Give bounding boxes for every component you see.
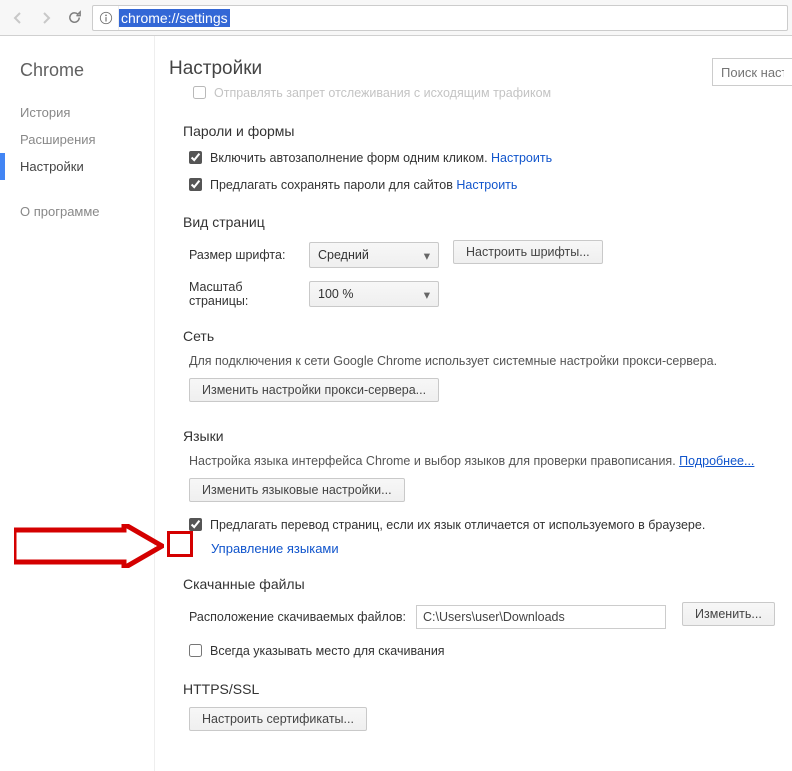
customize-fonts-button[interactable]: Настроить шрифты... <box>453 240 603 264</box>
page-title: Настройки <box>169 58 262 80</box>
ask-location-checkbox[interactable] <box>189 644 202 657</box>
proxy-settings-button[interactable]: Изменить настройки прокси-сервера... <box>189 378 439 402</box>
network-desc: Для подключения к сети Google Chrome исп… <box>183 354 792 368</box>
sidebar-item-about[interactable]: О программе <box>20 198 154 225</box>
url-text: chrome://settings <box>119 9 230 27</box>
autofill-checkbox[interactable] <box>189 151 202 164</box>
save-passwords-label: Предлагать сохранять пароли для сайтов <box>210 178 453 192</box>
url-bar[interactable]: chrome://settings <box>92 5 788 31</box>
sidebar-item-history[interactable]: История <box>20 99 154 126</box>
font-size-label: Размер шрифта: <box>189 248 299 262</box>
search-input[interactable] <box>712 58 792 86</box>
download-path-label: Расположение скачиваемых файлов: <box>189 610 406 624</box>
translate-checkbox[interactable] <box>189 518 202 531</box>
language-settings-button[interactable]: Изменить языковые настройки... <box>189 478 405 502</box>
section-downloads-title: Скачанные файлы <box>183 576 792 592</box>
back-button[interactable] <box>4 4 32 32</box>
tracking-checkbox[interactable] <box>193 86 206 99</box>
change-download-path-button[interactable]: Изменить... <box>682 602 775 626</box>
section-appearance-title: Вид страниц <box>183 214 792 230</box>
save-passwords-checkbox[interactable] <box>189 178 202 191</box>
download-path-input[interactable] <box>416 605 666 629</box>
site-info-icon[interactable] <box>93 6 119 30</box>
certificates-button[interactable]: Настроить сертификаты... <box>189 707 367 731</box>
font-size-value: Средний <box>318 248 369 262</box>
ask-location-label: Всегда указывать место для скачивания <box>210 642 445 661</box>
autofill-label: Включить автозаполнение форм одним клико… <box>210 151 488 165</box>
zoom-value: 100 % <box>318 287 353 301</box>
sidebar-title: Chrome <box>20 60 154 81</box>
section-network-title: Сеть <box>183 328 792 344</box>
tracking-row: Отправлять запрет отслеживания с исходящ… <box>169 84 792 103</box>
translate-label: Предлагать перевод страниц, если их язык… <box>210 516 705 535</box>
section-downloads: Скачанные файлы Расположение скачиваемых… <box>169 576 792 661</box>
sidebar-item-extensions[interactable]: Расширения <box>20 126 154 153</box>
section-languages: Языки Настройка языка интерфейса Chrome … <box>169 428 792 556</box>
languages-desc: Настройка языка интерфейса Chrome и выбо… <box>189 454 676 468</box>
forward-button[interactable] <box>32 4 60 32</box>
reload-button[interactable] <box>60 4 88 32</box>
autofill-configure-link[interactable]: Настроить <box>491 151 552 165</box>
chevron-down-icon: ▾ <box>424 248 430 263</box>
tracking-label: Отправлять запрет отслеживания с исходящ… <box>214 84 551 103</box>
section-passwords-title: Пароли и формы <box>183 123 792 139</box>
settings-content: Настройки Отправлять запрет отслеживания… <box>155 36 792 771</box>
passwords-configure-link[interactable]: Настроить <box>456 178 517 192</box>
font-size-select[interactable]: Средний ▾ <box>309 242 439 268</box>
browser-toolbar: chrome://settings <box>0 0 792 36</box>
section-https-title: HTTPS/SSL <box>183 681 792 697</box>
languages-more-link[interactable]: Подробнее... <box>679 454 754 468</box>
section-passwords: Пароли и формы Включить автозаполнение ф… <box>169 123 792 195</box>
section-languages-title: Языки <box>183 428 792 444</box>
zoom-select[interactable]: 100 % ▾ <box>309 281 439 307</box>
section-https: HTTPS/SSL Настроить сертификаты... <box>169 681 792 737</box>
section-appearance: Вид страниц Размер шрифта: Средний ▾ Нас… <box>169 214 792 308</box>
sidebar-item-settings[interactable]: Настройки <box>20 153 154 180</box>
chevron-down-icon: ▾ <box>424 287 430 302</box>
section-network: Сеть Для подключения к сети Google Chrom… <box>169 328 792 408</box>
sidebar: Chrome История Расширения Настройки О пр… <box>0 36 155 771</box>
zoom-label: Масштаб страницы: <box>189 280 299 308</box>
manage-languages-link[interactable]: Управление языками <box>211 541 339 556</box>
